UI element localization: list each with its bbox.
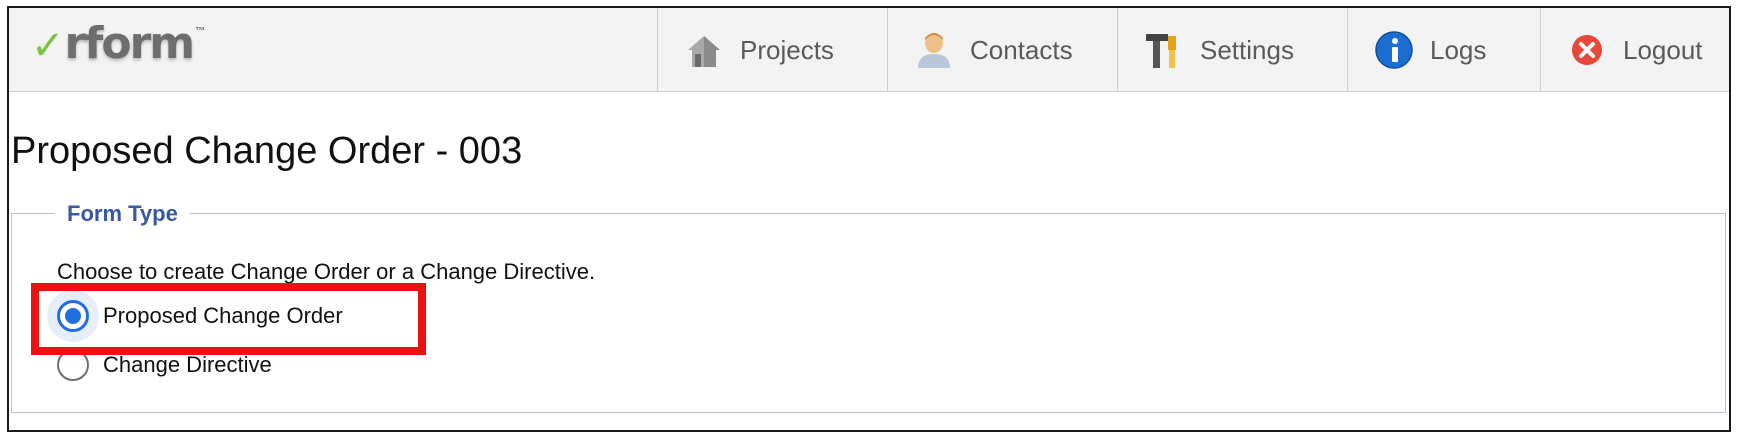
form-type-instructions: Choose to create Change Order or a Chang… — [57, 259, 596, 284]
radio-option-proposed-change-order[interactable]: Proposed Change Order — [47, 290, 343, 342]
person-icon — [914, 30, 954, 70]
top-navigation-bar: ✓ rform ™ Projects Contacts Settings Log… — [9, 8, 1729, 92]
logo-check-mark: ✓ — [31, 23, 65, 69]
radio-label-change-directive: Change Directive — [103, 352, 272, 377]
radio-option-change-directive[interactable]: Change Directive — [57, 349, 272, 381]
nav-logs-label: Logs — [1430, 34, 1487, 65]
logo-text: rform — [64, 18, 196, 69]
logo-trademark: ™ — [195, 26, 206, 37]
nav-projects-label: Projects — [740, 34, 834, 65]
radio-button-proposed-change-order[interactable] — [57, 300, 89, 332]
tools-icon — [1144, 30, 1184, 70]
nav-settings-label: Settings — [1200, 34, 1294, 65]
nav-contacts-label: Contacts — [970, 34, 1073, 65]
house-icon — [684, 30, 724, 70]
app-window: ✓ rform ™ Projects Contacts Settings Log… — [7, 6, 1731, 432]
rform-logo[interactable]: ✓ rform ™ — [31, 12, 205, 72]
nav-logs[interactable]: Logs — [1347, 8, 1540, 92]
nav-contacts[interactable]: Contacts — [887, 8, 1117, 92]
radio-button-change-directive[interactable] — [57, 349, 89, 381]
info-icon — [1374, 30, 1414, 70]
nav-logout-label: Logout — [1623, 34, 1703, 65]
page-title: Proposed Change Order - 003 — [11, 130, 523, 172]
close-circle-icon — [1567, 30, 1607, 70]
nav-projects[interactable]: Projects — [657, 8, 887, 92]
radio-label-proposed-change-order: Proposed Change Order — [103, 303, 343, 328]
nav-settings[interactable]: Settings — [1117, 8, 1347, 92]
nav-logout[interactable]: Logout — [1540, 8, 1729, 92]
form-type-legend: Form Type — [55, 202, 190, 226]
